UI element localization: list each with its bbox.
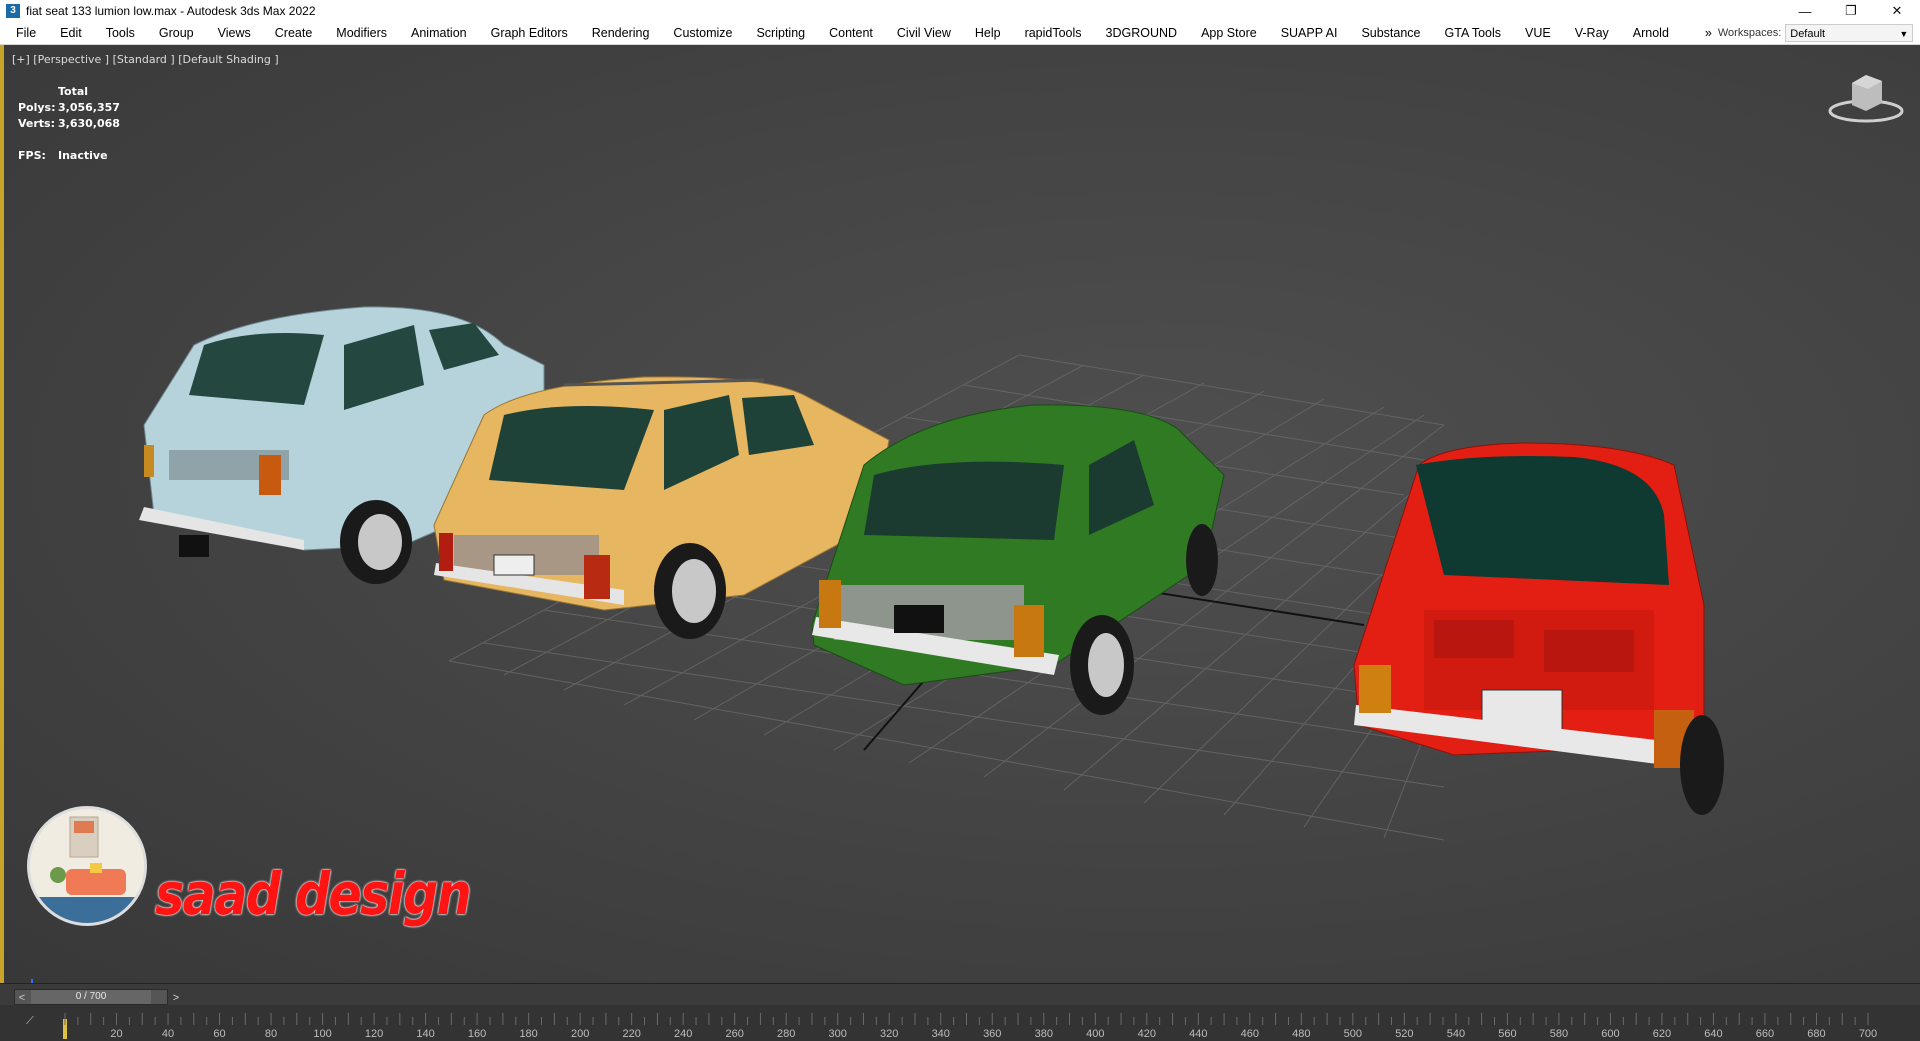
ruler-label: 600 [1601, 1028, 1619, 1040]
ruler-label: 620 [1653, 1028, 1671, 1040]
ruler-label: 560 [1498, 1028, 1516, 1040]
viewport-label[interactable]: [+] [Perspective ] [Standard ] [Default … [12, 53, 279, 66]
menu-rapidtools[interactable]: rapidTools [1013, 22, 1094, 44]
menu-vray[interactable]: V-Ray [1563, 22, 1621, 44]
menu-create[interactable]: Create [263, 22, 325, 44]
axis-tripod-icon [31, 979, 33, 983]
ruler-label: 220 [622, 1028, 640, 1040]
stats-verts-value: 3,630,068 [58, 117, 120, 130]
menu-tools[interactable]: Tools [94, 22, 147, 44]
ruler-label: 320 [880, 1028, 898, 1040]
menu-animation[interactable]: Animation [399, 22, 479, 44]
window-titlebar: 3 fiat seat 133 lumion low.max - Autodes… [0, 0, 1920, 22]
ruler-label: 520 [1395, 1028, 1413, 1040]
viewcube-icon[interactable] [1826, 69, 1906, 125]
stats-fps-label: FPS: [18, 149, 46, 162]
ruler-label: 540 [1447, 1028, 1465, 1040]
menu-vue[interactable]: VUE [1513, 22, 1563, 44]
ruler-label: 160 [468, 1028, 486, 1040]
ruler-label: 200 [571, 1028, 589, 1040]
stats-polys-label: Polys: [18, 101, 56, 114]
ruler-label: 700 [1859, 1028, 1877, 1040]
car-red[interactable] [1353, 442, 1724, 815]
ruler-label: 460 [1241, 1028, 1259, 1040]
menu-graph-editors[interactable]: Graph Editors [479, 22, 580, 44]
viewport-statistics: Total Polys: 3,056,357 Verts: 3,630,068 FP… [18, 84, 120, 164]
stats-polys-value: 3,056,357 [58, 101, 120, 114]
ruler-label: 20 [110, 1028, 122, 1040]
ruler-label: 640 [1704, 1028, 1722, 1040]
ruler-label: 380 [1035, 1028, 1053, 1040]
menu-edit[interactable]: Edit [48, 22, 94, 44]
ruler-label: 660 [1756, 1028, 1774, 1040]
menu-civil-view[interactable]: Civil View [885, 22, 963, 44]
menu-group[interactable]: Group [147, 22, 206, 44]
ruler-label: 80 [265, 1028, 277, 1040]
window-title: fiat seat 133 lumion low.max - Autodesk … [26, 4, 316, 18]
next-frame-button[interactable]: > [169, 991, 183, 1005]
menu-views[interactable]: Views [206, 22, 263, 44]
ruler-label: 680 [1807, 1028, 1825, 1040]
ruler-label: 240 [674, 1028, 692, 1040]
watermark-text: saad design [155, 860, 472, 928]
ruler-label: 280 [777, 1028, 795, 1040]
menu-substance[interactable]: Substance [1349, 22, 1432, 44]
workspaces-label: Workspaces: [1717, 27, 1782, 39]
menu-modifiers[interactable]: Modifiers [324, 22, 399, 44]
stats-fps-value: Inactive [58, 149, 108, 162]
perspective-viewport[interactable]: [+] [Perspective ] [Standard ] [Default … [0, 45, 1920, 983]
car-light-blue-plate [179, 535, 209, 557]
prev-frame-button[interactable]: < [15, 991, 29, 1005]
ruler-label: 100 [313, 1028, 331, 1040]
minimize-button[interactable]: — [1782, 0, 1828, 22]
workspace-value: Default [1790, 28, 1826, 40]
close-button[interactable]: ✕ [1874, 0, 1920, 22]
menu-customize[interactable]: Customize [661, 22, 744, 44]
ruler-label: 580 [1550, 1028, 1568, 1040]
menu-scripting[interactable]: Scripting [744, 22, 817, 44]
ruler-label: 40 [162, 1028, 174, 1040]
living-room-illustration [30, 809, 144, 923]
menu-3dground[interactable]: 3DGROUND [1094, 22, 1190, 44]
menu-file[interactable]: File [0, 22, 48, 44]
ruler-label: 120 [365, 1028, 383, 1040]
stats-verts-label: Verts: [18, 117, 56, 130]
watermark-logo [27, 806, 147, 926]
viewport-scene[interactable] [4, 45, 1920, 983]
3dsmax-app-icon: 3 [6, 4, 20, 18]
ruler-label: 300 [829, 1028, 847, 1040]
restore-button[interactable]: ❐ [1828, 0, 1874, 22]
track-bar-ruler: 20 40 60 80 100 120 140 160 180 200 220 240 260 280 30… [64, 1013, 1877, 1040]
ruler-label: 500 [1344, 1028, 1362, 1040]
stats-total-label: Total [58, 85, 89, 98]
menu-app-store[interactable]: App Store [1189, 22, 1269, 44]
car-green-plate [894, 605, 944, 633]
ruler-label: 340 [932, 1028, 950, 1040]
ruler-label: 260 [726, 1028, 744, 1040]
menu-arnold[interactable]: Arnold [1621, 22, 1681, 44]
ruler-label: 180 [519, 1028, 537, 1040]
menu-content[interactable]: Content [817, 22, 885, 44]
menu-suapp-ai[interactable]: SUAPP AI [1269, 22, 1350, 44]
ruler-label: 440 [1189, 1028, 1207, 1040]
ruler-label: 360 [983, 1028, 1001, 1040]
time-slider[interactable]: < 0 / 700 > [14, 989, 179, 1005]
main-menu-bar: File Edit Tools Group Views Create Modif… [0, 22, 1920, 45]
menu-overflow-chevron-icon[interactable]: » [1681, 22, 1718, 44]
workspace-dropdown[interactable]: Default ▼ [1785, 24, 1914, 42]
time-slider-thumb[interactable]: 0 / 700 [31, 990, 151, 1004]
menu-help[interactable]: Help [963, 22, 1013, 44]
chevron-down-icon: ▼ [1899, 29, 1909, 39]
ruler-label: 420 [1138, 1028, 1156, 1040]
ruler-label: 400 [1086, 1028, 1104, 1040]
menu-gta-tools[interactable]: GTA Tools [1433, 22, 1514, 44]
ruler-label: 60 [213, 1028, 225, 1040]
time-slider-bar: < 0 / 700 > [0, 983, 1920, 1006]
track-bar[interactable]: ⟋ 20 40 60 80 100 120 140 160 180 200 220 240 260 280… [0, 1005, 1920, 1041]
menu-rendering[interactable]: Rendering [580, 22, 662, 44]
ruler-label: 140 [416, 1028, 434, 1040]
ruler-label: 480 [1292, 1028, 1310, 1040]
